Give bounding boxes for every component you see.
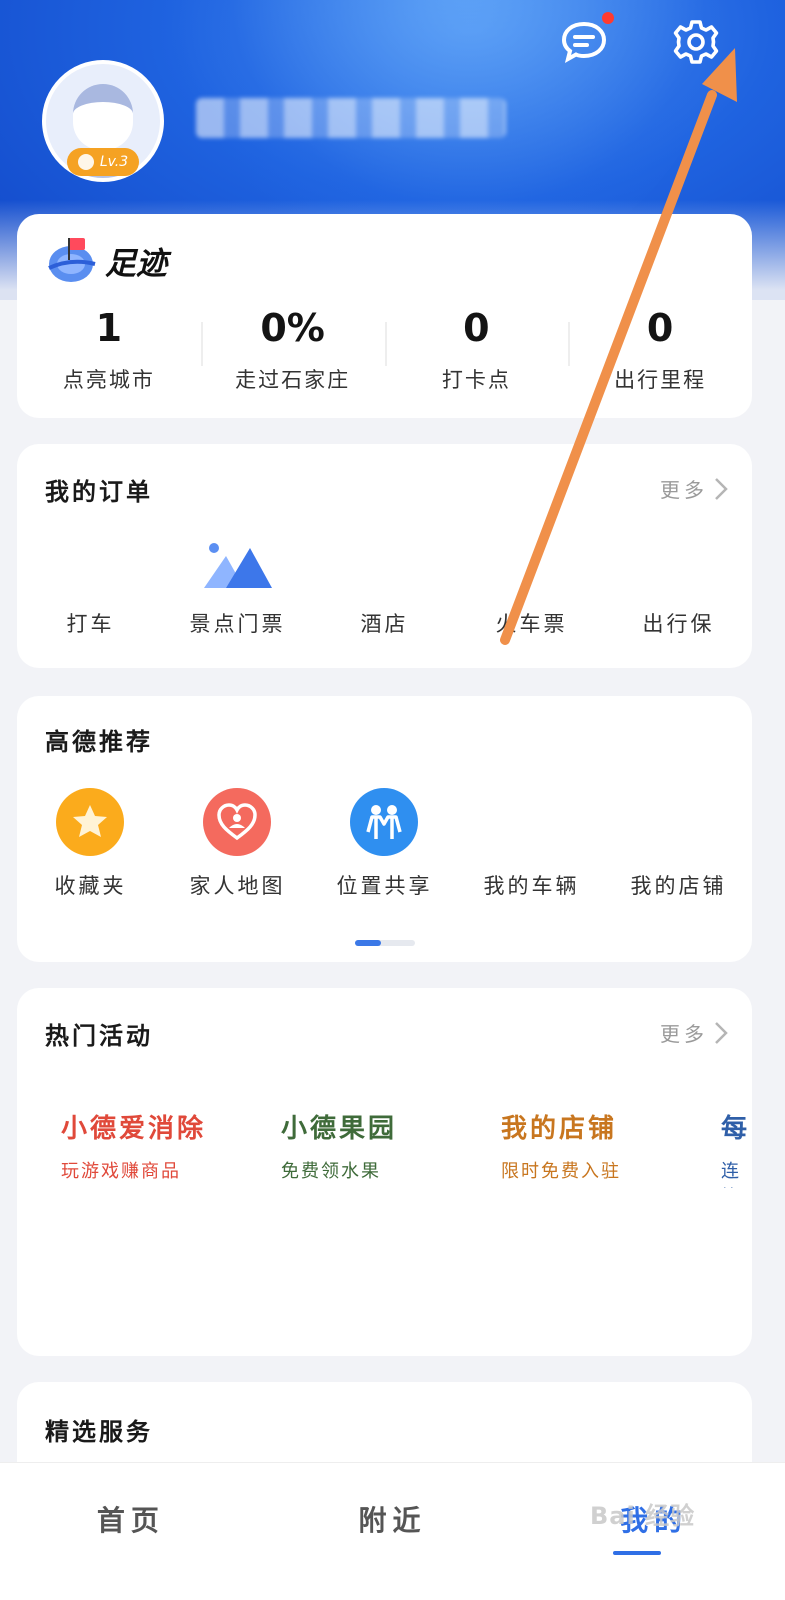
orders-title: 我的订单 bbox=[45, 478, 153, 506]
stat-value: 0 bbox=[463, 306, 490, 350]
activity-item[interactable]: 每 连签 bbox=[721, 1108, 752, 1188]
activity-carousel: 小德爱消除 玩游戏赚商品 小德果园 免费领水果 我的店铺 限时免费入驻 每 连签 bbox=[17, 1108, 752, 1188]
message-button[interactable] bbox=[560, 18, 608, 66]
chevron-right-icon bbox=[715, 477, 728, 500]
order-shortcuts: 打车 景点门票 酒店 火车票 出行保 bbox=[17, 540, 752, 650]
message-icon bbox=[561, 21, 607, 64]
recommend-card: 高德推荐 收藏夹 家人地图 位置共享 我的车辆 我的店铺 bbox=[17, 696, 752, 962]
stat-checkins[interactable]: 0 打卡点 bbox=[384, 306, 569, 394]
settings-button[interactable] bbox=[672, 18, 720, 66]
activity-title: 每 bbox=[721, 1114, 751, 1144]
activity-subtitle: 玩游戏赚商品 bbox=[61, 1161, 181, 1182]
services-title: 精选服务 bbox=[45, 1418, 153, 1446]
page-indicator bbox=[355, 940, 415, 946]
tab-nearby[interactable]: 附近 bbox=[262, 1463, 524, 1600]
order-label: 景点门票 bbox=[189, 612, 286, 636]
level-icon bbox=[77, 154, 94, 170]
stat-cities[interactable]: 1 点亮城市 bbox=[17, 306, 201, 394]
rec-label: 我的车辆 bbox=[483, 874, 580, 898]
mountain-icon bbox=[204, 543, 272, 588]
footprint-stats: 1 点亮城市 0% 走过石家庄 0 打卡点 0 出行里程 bbox=[17, 306, 752, 394]
activities-title: 热门活动 bbox=[45, 1022, 153, 1050]
stat-city-progress[interactable]: 0% 走过石家庄 bbox=[200, 306, 385, 394]
order-label: 火车票 bbox=[495, 612, 568, 636]
tab-active-indicator bbox=[613, 1551, 662, 1555]
my-store-shortcut[interactable]: 我的店铺 bbox=[605, 786, 752, 906]
stat-value: 0 bbox=[646, 306, 674, 350]
activities-more-link[interactable]: 更多 bbox=[660, 1018, 728, 1047]
activity-title: 我的店铺 bbox=[501, 1114, 618, 1144]
more-label: 更多 bbox=[660, 1022, 708, 1046]
activity-subtitle: 免费领水果 bbox=[281, 1161, 381, 1182]
username-blurred bbox=[196, 98, 506, 138]
level-text: Lv.3 bbox=[99, 154, 129, 170]
footprint-logo-icon bbox=[48, 238, 96, 282]
activities-card: 热门活动 更多 小德爱消除 玩游戏赚商品 小德果园 免费领水果 我的店铺 限时免… bbox=[17, 988, 752, 1356]
activity-title: 小德爱消除 bbox=[61, 1114, 207, 1144]
watermark: Bai 经验 bbox=[590, 1502, 696, 1530]
stat-value: 0% bbox=[260, 306, 325, 350]
page-indicator-active bbox=[355, 940, 381, 946]
orders-card: 我的订单 更多 打车 景点门票 酒店 火车票 出行保 bbox=[17, 444, 752, 668]
stat-label: 点亮城市 bbox=[62, 368, 155, 392]
order-hotel[interactable]: 酒店 bbox=[311, 540, 458, 650]
activity-subtitle: 限时免费入驻 bbox=[501, 1161, 621, 1182]
location-share-shortcut[interactable]: 位置共享 bbox=[311, 786, 458, 906]
bottom-tab-bar: 首页 附近 我的 bbox=[0, 1462, 785, 1600]
favorites-shortcut[interactable]: 收藏夹 bbox=[17, 786, 164, 906]
footprint-header: 足迹 bbox=[45, 234, 167, 286]
stat-label: 出行里程 bbox=[614, 368, 707, 392]
footprint-title: 足迹 bbox=[105, 245, 167, 282]
tab-mine[interactable]: 我的 bbox=[523, 1463, 785, 1600]
order-insurance[interactable]: 出行保 bbox=[605, 540, 752, 650]
rec-label: 我的店铺 bbox=[630, 874, 727, 898]
tab-label: 首页 bbox=[96, 1504, 165, 1537]
my-vehicle-shortcut[interactable]: 我的车辆 bbox=[458, 786, 605, 906]
recommend-title: 高德推荐 bbox=[45, 728, 153, 756]
chevron-right-icon bbox=[715, 1021, 728, 1044]
level-badge[interactable]: Lv.3 bbox=[67, 148, 139, 176]
people-icon bbox=[350, 788, 418, 856]
order-label: 酒店 bbox=[360, 612, 409, 636]
family-map-shortcut[interactable]: 家人地图 bbox=[164, 786, 311, 906]
rec-label: 收藏夹 bbox=[54, 874, 127, 898]
activity-item[interactable]: 我的店铺 限时免费入驻 bbox=[501, 1108, 621, 1183]
order-label: 出行保 bbox=[642, 612, 715, 636]
activity-title: 小德果园 bbox=[281, 1114, 398, 1144]
orders-more-link[interactable]: 更多 bbox=[660, 474, 728, 503]
tab-label: 附近 bbox=[358, 1504, 427, 1537]
more-label: 更多 bbox=[660, 478, 708, 502]
footprint-card[interactable]: 足迹 1 点亮城市 0% 走过石家庄 0 打卡点 0 出行里程 bbox=[17, 214, 752, 418]
tab-home[interactable]: 首页 bbox=[0, 1463, 262, 1600]
activity-item[interactable]: 小德果园 免费领水果 bbox=[281, 1108, 397, 1183]
stat-value: 1 bbox=[95, 306, 123, 350]
order-train[interactable]: 火车票 bbox=[458, 540, 605, 650]
stat-label: 走过石家庄 bbox=[235, 368, 351, 392]
stat-label: 打卡点 bbox=[441, 368, 511, 392]
activity-subtitle: 连签 bbox=[721, 1161, 741, 1188]
family-heart-icon bbox=[203, 788, 271, 856]
gear-icon bbox=[673, 20, 719, 64]
order-label: 打车 bbox=[66, 612, 115, 636]
notification-dot bbox=[602, 12, 614, 24]
rec-label: 家人地图 bbox=[189, 874, 286, 898]
recommend-shortcuts: 收藏夹 家人地图 位置共享 我的车辆 我的店铺 bbox=[17, 786, 752, 906]
favorites-icon bbox=[56, 788, 124, 856]
order-taxi[interactable]: 打车 bbox=[17, 540, 164, 650]
rec-label: 位置共享 bbox=[336, 874, 433, 898]
stat-mileage[interactable]: 0 出行里程 bbox=[568, 306, 752, 394]
order-tickets[interactable]: 景点门票 bbox=[164, 540, 311, 650]
activity-item[interactable]: 小德爱消除 玩游戏赚商品 bbox=[61, 1108, 206, 1183]
